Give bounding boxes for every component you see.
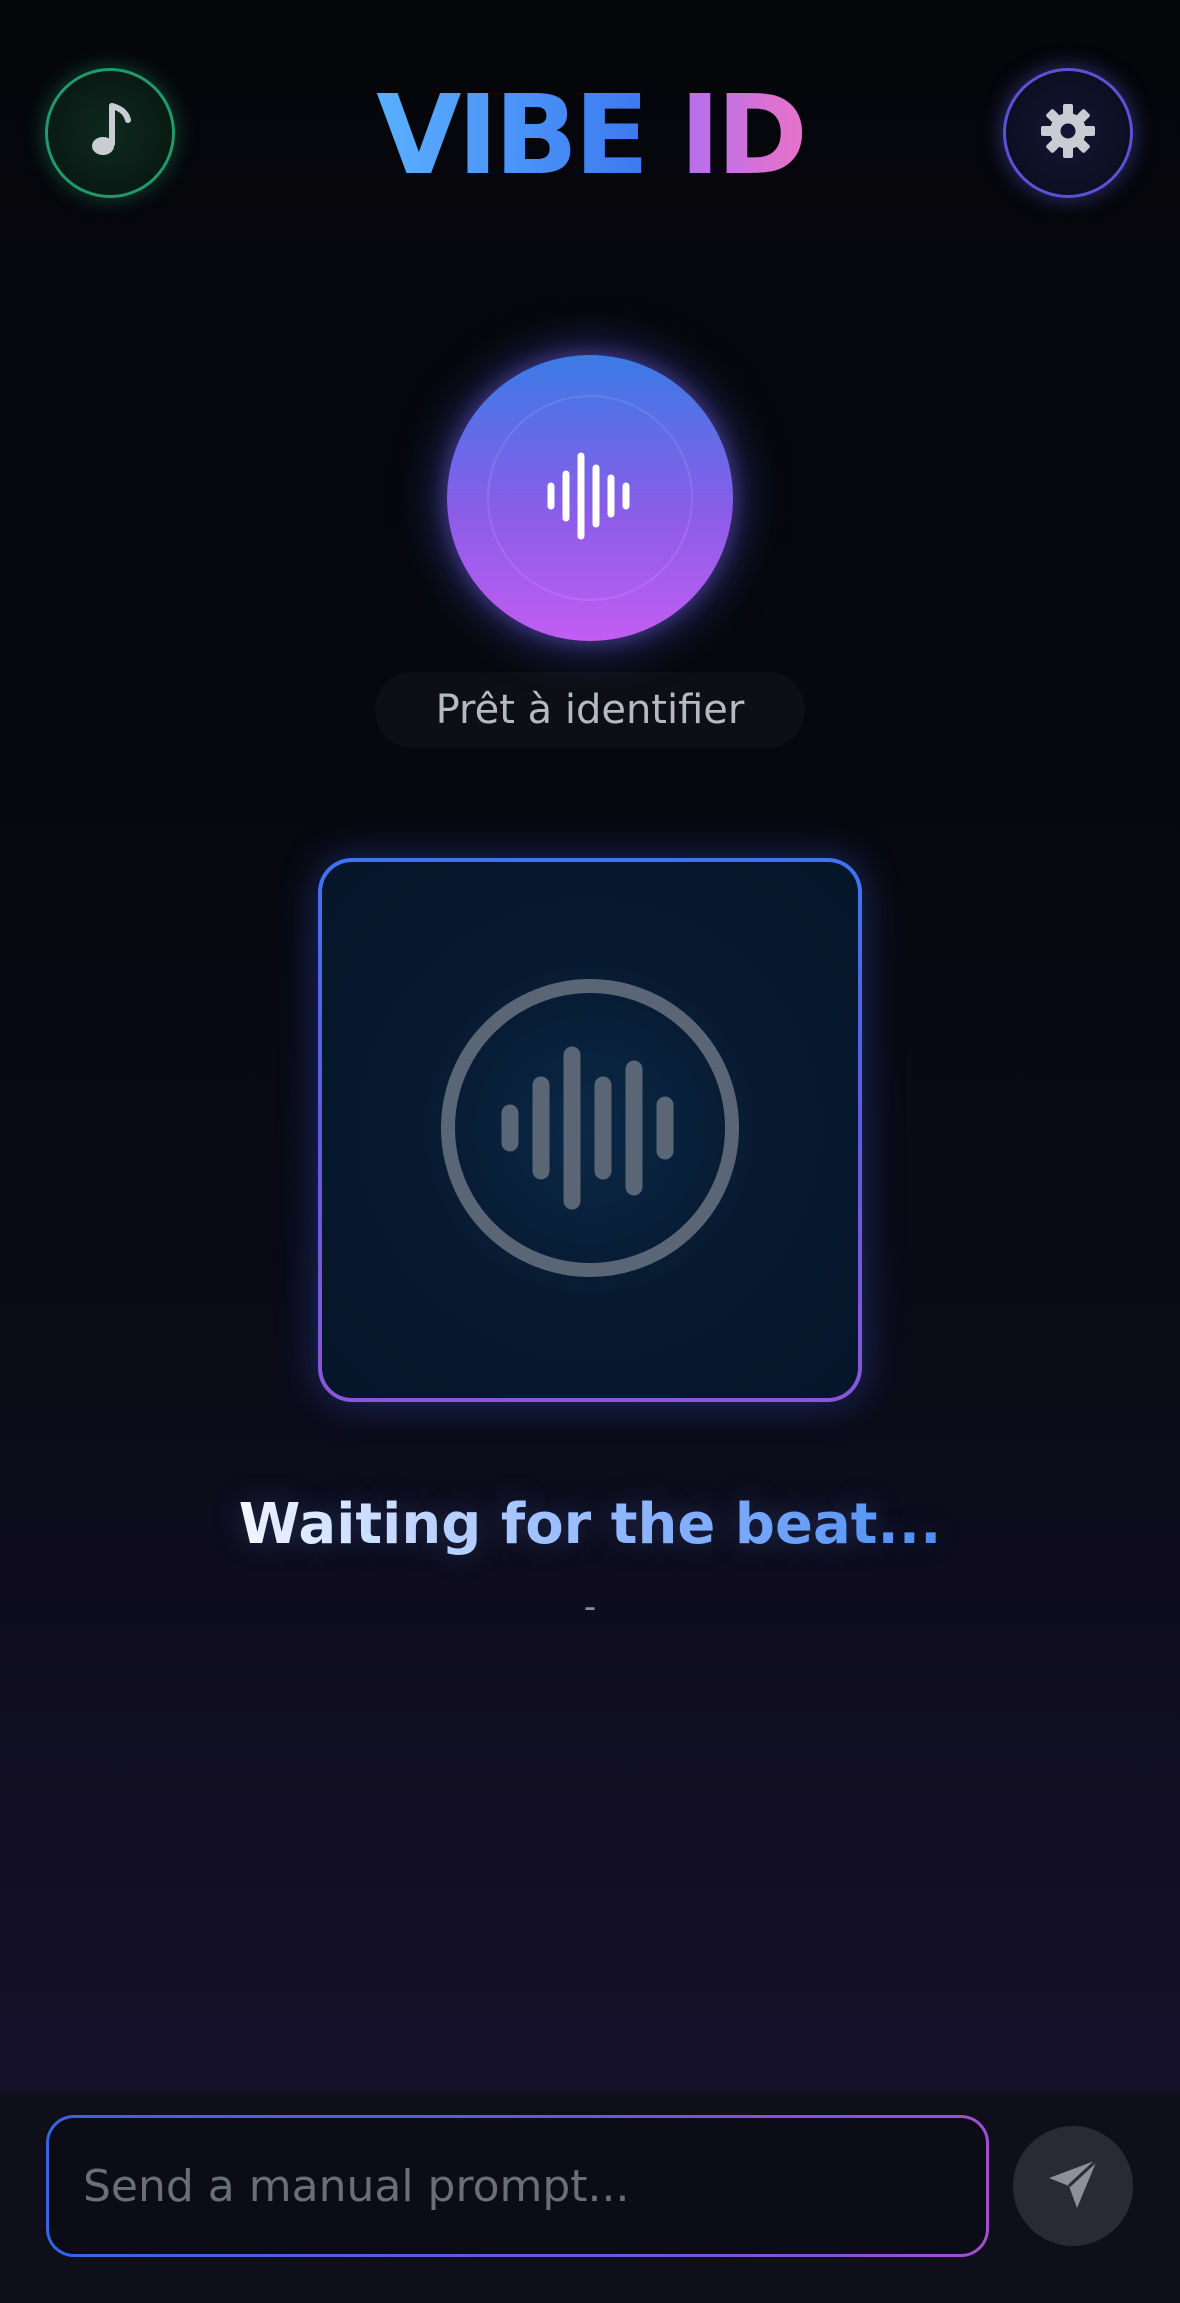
track-title: Waiting for the beat... [0, 1490, 1180, 1560]
gear-icon [1038, 101, 1098, 165]
sound-wave-icon [545, 448, 635, 548]
status-label: Prêt à identifier [375, 672, 805, 748]
logo-text-vibe: VIBE [376, 71, 649, 199]
album-artwork [318, 858, 862, 1402]
paper-plane-icon [1045, 2156, 1101, 2216]
prompt-input[interactable] [49, 2118, 986, 2254]
identify-button[interactable] [447, 355, 733, 641]
audio-wave-circle-icon [435, 973, 745, 1287]
prompt-input-container [46, 2115, 989, 2257]
send-button[interactable] [1013, 2126, 1133, 2246]
logo-text-id: ID [679, 71, 808, 199]
track-artist: - [583, 1587, 597, 1627]
settings-button[interactable] [1003, 68, 1133, 198]
